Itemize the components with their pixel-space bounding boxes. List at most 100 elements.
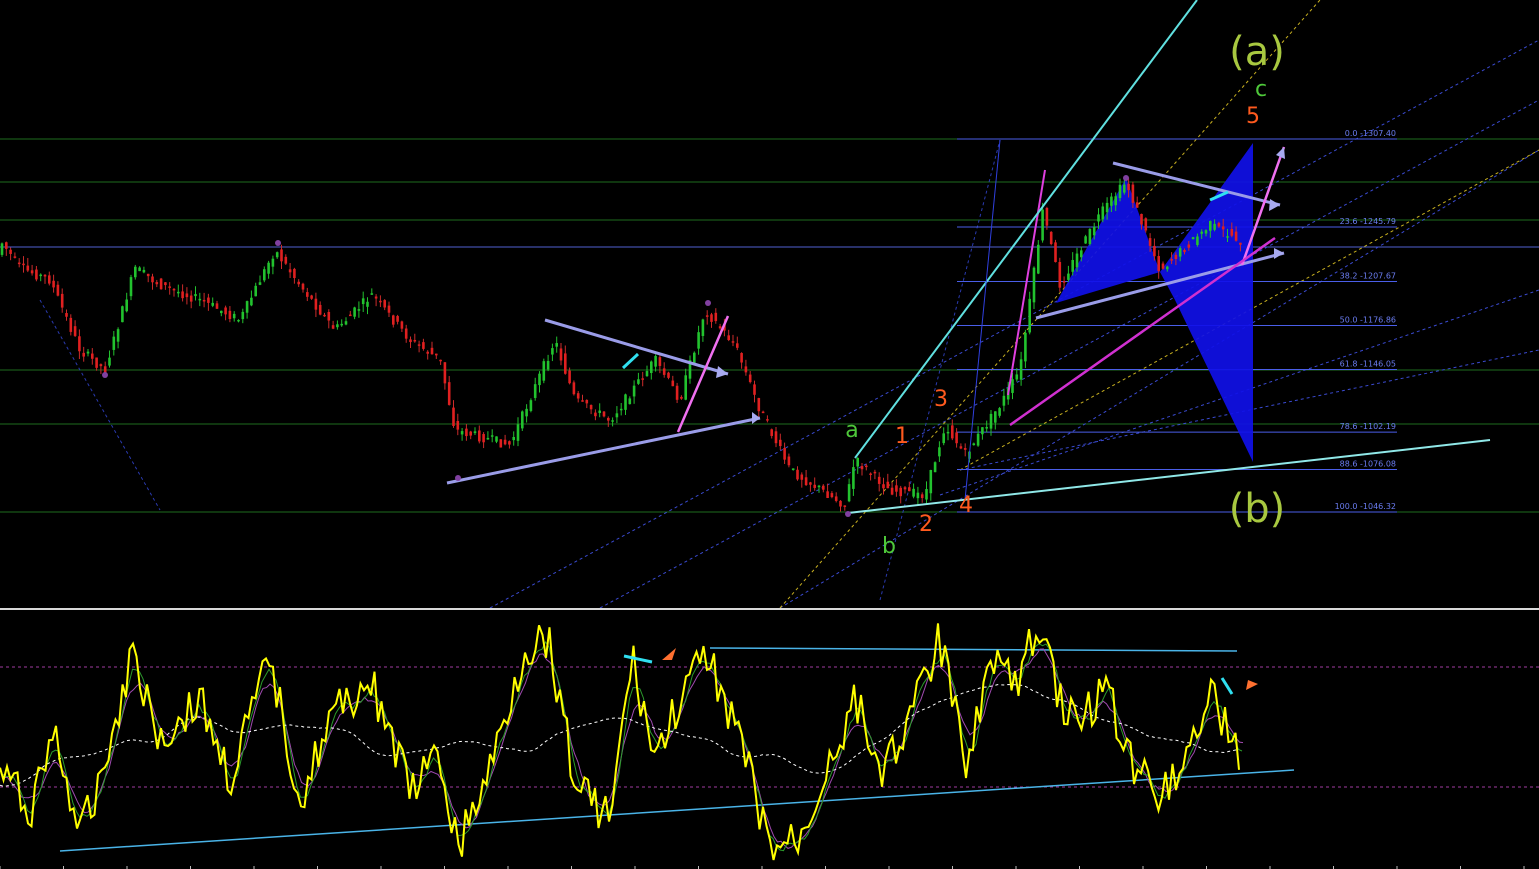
candle-body <box>189 295 193 302</box>
candle-body <box>13 256 17 258</box>
candle-body <box>495 436 498 442</box>
candle-body <box>920 494 924 499</box>
candle-body <box>288 269 292 273</box>
candle-body <box>594 412 597 417</box>
candle-body <box>533 384 537 398</box>
wave-label-minor: 4 <box>959 493 973 518</box>
candle-body <box>336 324 339 328</box>
candle-body <box>508 441 511 445</box>
candle-body <box>469 431 472 436</box>
candle-body <box>1127 183 1130 191</box>
candle-body <box>895 485 898 492</box>
candle <box>1037 240 1040 275</box>
candle-body <box>705 315 709 317</box>
wave-label-minor: a <box>845 418 858 443</box>
candle-body <box>52 280 55 288</box>
candle-body <box>697 332 700 349</box>
candle-body <box>1221 226 1225 230</box>
candle-body <box>1239 242 1242 245</box>
candle-body <box>211 302 214 306</box>
candle-body <box>78 336 81 352</box>
candle <box>1049 231 1053 246</box>
candle-body <box>813 484 816 488</box>
candle-body <box>761 411 765 414</box>
candle-body <box>1213 223 1216 230</box>
candle-body <box>804 477 808 486</box>
candle-body <box>1084 236 1087 244</box>
candle <box>542 358 546 384</box>
fractal-marker <box>1123 175 1129 181</box>
candle <box>1191 236 1195 240</box>
candle-body <box>263 269 266 281</box>
candle-body <box>301 283 305 290</box>
candle-body <box>753 384 756 395</box>
candle-body <box>1140 213 1143 225</box>
candle-body <box>976 433 980 446</box>
candle-body <box>1178 248 1182 257</box>
candle-body <box>791 468 795 470</box>
candle-body <box>1118 184 1122 199</box>
candle-body <box>757 398 761 412</box>
candle-body <box>245 301 249 313</box>
candle-body <box>783 448 786 460</box>
candle-body <box>650 361 653 373</box>
candle-body <box>684 375 687 400</box>
candle <box>1058 257 1062 292</box>
candle-body <box>929 470 933 494</box>
chart-canvas[interactable]: 0.0 -1307.40 23.6 -1245.79 38.2 -1207.67 50… <box>0 0 1539 869</box>
candle-body <box>91 353 94 359</box>
candle-body <box>430 347 434 355</box>
candle-body <box>512 437 515 441</box>
candle-body <box>194 294 197 297</box>
candle-body <box>908 487 911 492</box>
candle-body <box>748 374 752 383</box>
candle-body <box>869 473 872 475</box>
fib-level-label: 38.2 -1207.67 <box>1340 271 1396 280</box>
candle-body <box>86 351 90 354</box>
candle-body <box>271 258 275 267</box>
candle-body <box>834 496 838 501</box>
candle-body <box>379 300 382 303</box>
candle-body <box>933 462 937 473</box>
candle-body <box>981 427 984 435</box>
candle-body <box>985 427 988 429</box>
fib-level-label: 50.0 -1176.86 <box>1340 316 1396 325</box>
candle-body <box>435 353 438 356</box>
fractal-marker <box>455 475 461 481</box>
fib-level-label: 23.6 -1245.79 <box>1340 217 1396 226</box>
candle-body <box>1135 202 1139 208</box>
candle <box>499 439 503 448</box>
candle-body <box>641 378 644 380</box>
candle-body <box>155 282 159 285</box>
candle-body <box>30 270 34 274</box>
candle-body <box>1226 236 1229 238</box>
candle-body <box>564 353 567 374</box>
fractal-marker <box>705 300 711 306</box>
candle-body <box>598 410 601 413</box>
candle-body <box>43 274 47 277</box>
candle-body <box>490 435 494 437</box>
candle-body <box>1041 209 1044 241</box>
candle-body <box>1170 259 1173 261</box>
candle-body <box>422 342 425 349</box>
candle-body <box>1148 238 1152 246</box>
candle-body <box>22 263 25 266</box>
candle-body <box>275 252 279 258</box>
candle-body <box>361 298 365 305</box>
candle-body <box>951 425 954 439</box>
candle-body <box>847 484 851 502</box>
chart-window: 0.0 -1307.40 23.6 -1245.79 38.2 -1207.67 50… <box>0 0 1539 869</box>
candle-body <box>529 400 533 411</box>
candle-body <box>198 298 202 301</box>
candle <box>159 277 163 290</box>
candle-body <box>589 405 593 410</box>
candle-body <box>284 256 288 264</box>
candle-body <box>882 484 885 489</box>
candle-body <box>69 317 73 332</box>
candle-body <box>159 278 163 290</box>
candle-body <box>1204 230 1208 234</box>
candle-body <box>1161 263 1165 269</box>
candle-body <box>258 282 262 285</box>
candle-body <box>856 457 859 467</box>
candle-body <box>26 265 30 271</box>
